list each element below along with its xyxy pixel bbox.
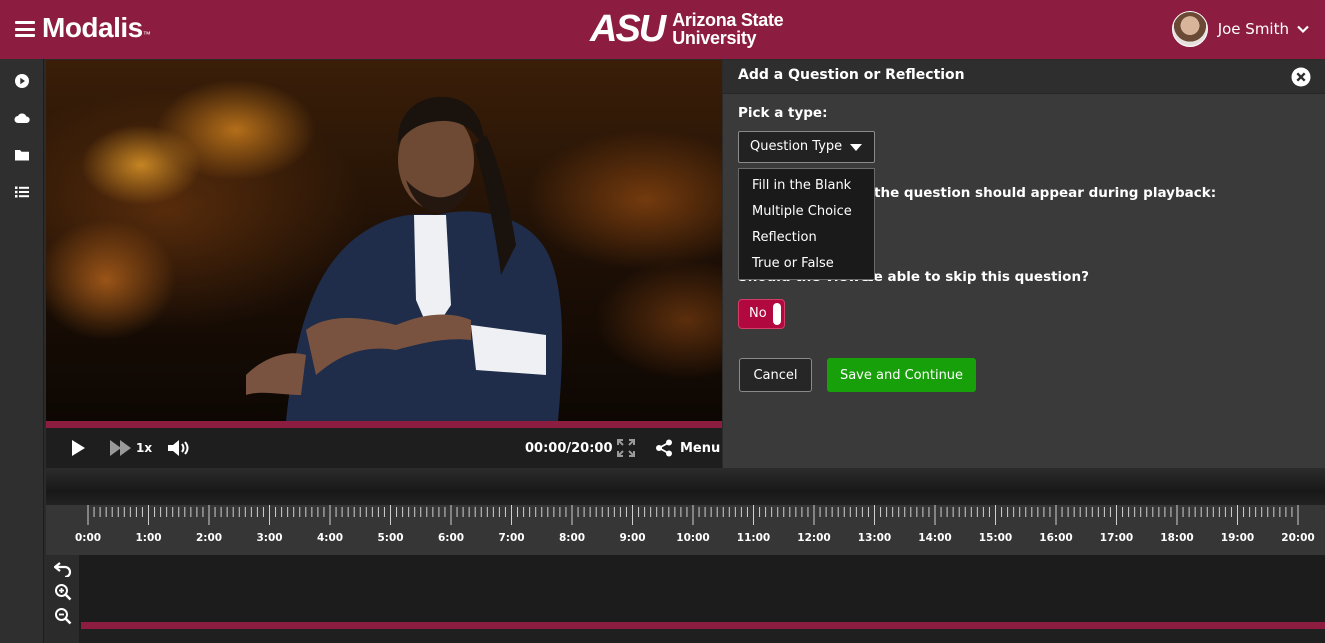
tick-label: 7:00	[498, 532, 525, 544]
tick-label: 10:00	[676, 532, 710, 544]
tick-label: 14:00	[918, 532, 952, 544]
tick-label: 1:00	[135, 532, 162, 544]
tick-label: 13:00	[857, 532, 892, 544]
tick-label: 8:00	[558, 532, 586, 544]
app-logo[interactable]: Modalis™	[42, 12, 151, 44]
tick-label: 16:00	[1039, 532, 1073, 544]
asu-mark: ASU	[590, 8, 666, 50]
caret-down-icon	[850, 144, 862, 151]
option-fill-in-the-blank[interactable]: Fill in the Blank	[739, 176, 874, 202]
tick-label: 17:00	[1099, 532, 1134, 544]
video-frame[interactable]	[46, 60, 722, 421]
cancel-button[interactable]: Cancel	[739, 358, 812, 392]
user-name: Joe Smith	[1217, 20, 1289, 38]
playback-speed[interactable]: 1x	[136, 441, 152, 455]
tick-label: 18:00	[1160, 532, 1194, 544]
play-icon[interactable]	[70, 440, 86, 456]
folder-icon[interactable]	[14, 147, 30, 163]
zoom-out-icon[interactable]	[54, 607, 72, 625]
ruler-ticks	[87, 505, 1299, 525]
timeline-header	[46, 470, 1325, 505]
avatar	[1171, 11, 1208, 47]
tick-label: 0:00	[74, 532, 102, 544]
option-multiple-choice[interactable]: Multiple Choice	[739, 202, 874, 228]
tick-label: 20:00	[1281, 532, 1315, 544]
zoom-in-icon[interactable]	[54, 583, 72, 601]
panel-header: Add a Question or Reflection	[723, 60, 1325, 94]
fast-forward-icon[interactable]	[110, 440, 132, 456]
appear-time-label: the question should appear during playba…	[874, 185, 1217, 201]
left-rail	[0, 59, 44, 643]
tick-label: 2:00	[195, 532, 223, 544]
toggle-label: No	[749, 306, 767, 321]
toggle-knob	[773, 303, 781, 325]
player-controls: 1x 00:00/20:00 Menu	[46, 428, 722, 468]
skip-label: be able to skip this question?	[864, 269, 1089, 285]
tick-label: 3:00	[256, 532, 283, 544]
option-true-or-false[interactable]: True or False	[739, 254, 874, 280]
hamburger-menu-icon[interactable]	[15, 21, 35, 37]
timeline-ruler[interactable]: 0:00 1:00 2:00 3:00 4:00 5:00 6:00 7:00 8:00 9:00…	[46, 505, 1325, 555]
fullscreen-icon[interactable]	[617, 439, 635, 457]
skip-toggle[interactable]: No	[738, 299, 785, 329]
undo-icon[interactable]	[54, 559, 72, 577]
close-icon[interactable]	[1291, 67, 1311, 87]
question-type-select[interactable]: Question Type	[738, 131, 875, 163]
top-bar: Modalis™ ASU Arizona State University Jo…	[0, 0, 1325, 59]
tick-label: 4:00	[316, 532, 344, 544]
chevron-down-icon	[1297, 25, 1309, 34]
menu-button[interactable]: Menu	[680, 441, 720, 456]
user-menu[interactable]: Joe Smith	[1171, 11, 1309, 47]
list-icon[interactable]	[14, 184, 30, 200]
asu-wordmark: Arizona State University	[672, 10, 784, 48]
asu-logo: ASU Arizona State University	[590, 8, 784, 50]
timeline-tools	[46, 555, 79, 643]
play-circle-icon[interactable]	[14, 73, 30, 89]
add-question-panel: Add a Question or Reflection Pick a type…	[723, 60, 1325, 468]
option-reflection[interactable]: Reflection	[739, 228, 874, 254]
select-value: Question Type	[750, 139, 843, 154]
volume-icon[interactable]	[167, 439, 193, 457]
tick-label: 19:00	[1220, 532, 1255, 544]
timeline-range-bar[interactable]	[81, 622, 1325, 629]
speaker-image	[246, 96, 563, 421]
cloud-icon[interactable]	[14, 110, 30, 126]
timeline-footer	[79, 629, 1325, 643]
share-icon[interactable]	[655, 439, 673, 457]
panel-title: Add a Question or Reflection	[738, 67, 965, 83]
tick-label: 6:00	[437, 532, 465, 544]
tick-label: 5:00	[377, 532, 404, 544]
time-display: 00:00/20:00	[525, 441, 613, 456]
save-and-continue-button[interactable]: Save and Continue	[827, 358, 976, 392]
tick-label: 12:00	[797, 532, 831, 544]
tick-label: 11:00	[736, 532, 771, 544]
tick-label: 15:00	[978, 532, 1013, 544]
question-type-dropdown: Fill in the Blank Multiple Choice Reflec…	[738, 168, 875, 280]
tick-label: 9:00	[619, 532, 646, 544]
pick-type-label: Pick a type:	[738, 105, 828, 121]
video-progress-bar[interactable]	[46, 421, 722, 428]
